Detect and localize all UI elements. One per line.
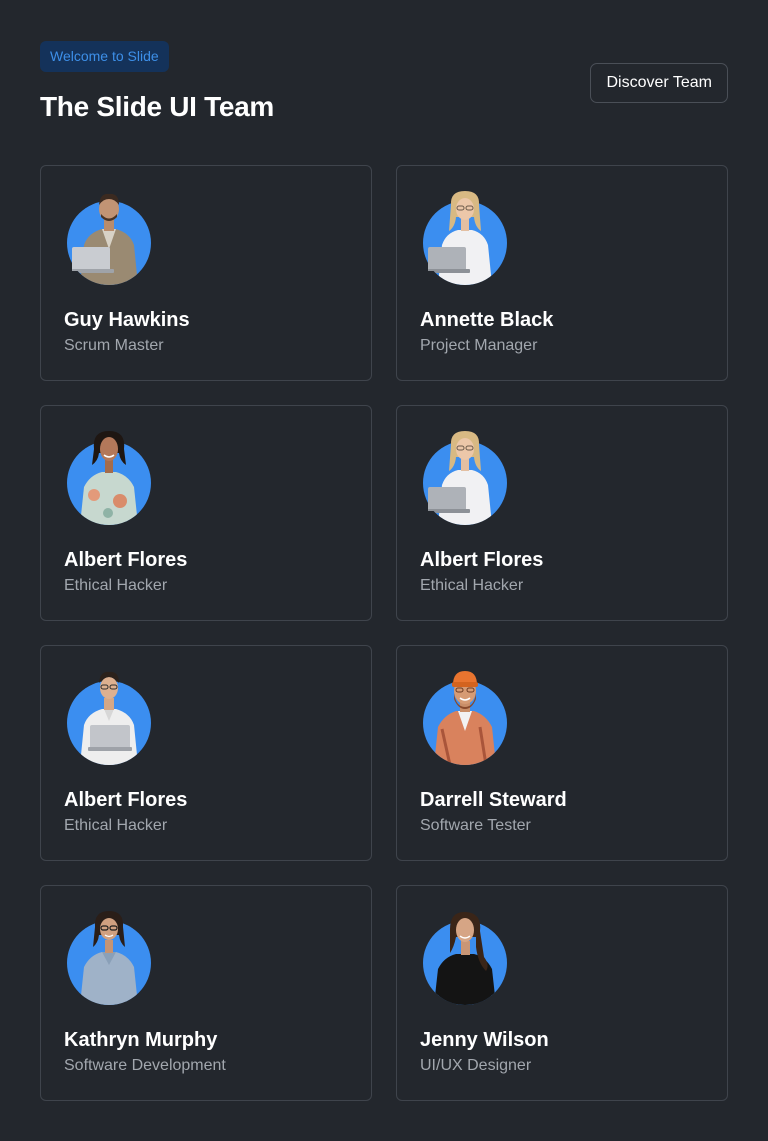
- member-role: Software Development: [64, 1057, 226, 1074]
- smiling-woman-floral-shirt-avatar: [64, 427, 154, 525]
- member-role: UI/UX Designer: [420, 1057, 532, 1074]
- team-member-card[interactable]: Albert Flores Ethical Hacker: [40, 405, 372, 621]
- welcome-badge: Welcome to Slide: [40, 41, 169, 72]
- discover-team-button[interactable]: Discover Team: [590, 63, 728, 103]
- team-member-card[interactable]: Albert Flores Ethical Hacker: [40, 645, 372, 861]
- member-name: Albert Flores: [420, 549, 544, 571]
- team-grid: Guy Hawkins Scrum Master Annette Black P…: [40, 165, 728, 1101]
- bearded-man-orange-beanie-avatar: [420, 667, 510, 765]
- member-name: Kathryn Murphy: [64, 1029, 218, 1051]
- blonde-woman-with-laptop-avatar: [420, 187, 510, 285]
- team-member-card[interactable]: Jenny Wilson UI/UX Designer: [396, 885, 728, 1101]
- team-member-card[interactable]: Darrell Steward Software Tester: [396, 645, 728, 861]
- member-name: Annette Black: [420, 309, 554, 331]
- member-name: Albert Flores: [64, 549, 188, 571]
- member-role: Software Tester: [420, 817, 531, 834]
- blonde-woman-with-laptop-avatar: [420, 427, 510, 525]
- member-name: Albert Flores: [64, 789, 188, 811]
- woman-black-shirt-avatar: [420, 907, 510, 1005]
- man-with-laptop-avatar: [64, 187, 154, 285]
- man-white-shirt-laptop-avatar: [64, 667, 154, 765]
- page-header: Welcome to Slide The Slide UI Team Disco…: [40, 41, 728, 122]
- team-member-card[interactable]: Kathryn Murphy Software Development: [40, 885, 372, 1101]
- team-member-card[interactable]: Albert Flores Ethical Hacker: [396, 405, 728, 621]
- member-name: Guy Hawkins: [64, 309, 190, 331]
- member-role: Ethical Hacker: [64, 817, 168, 834]
- team-member-card[interactable]: Guy Hawkins Scrum Master: [40, 165, 372, 381]
- page-title: The Slide UI Team: [40, 91, 274, 122]
- member-role: Project Manager: [420, 337, 538, 354]
- woman-glasses-denim-shirt-avatar: [64, 907, 154, 1005]
- member-role: Ethical Hacker: [64, 577, 168, 594]
- member-role: Scrum Master: [64, 337, 164, 354]
- team-member-card[interactable]: Annette Black Project Manager: [396, 165, 728, 381]
- member-name: Jenny Wilson: [420, 1029, 549, 1051]
- member-role: Ethical Hacker: [420, 577, 524, 594]
- member-name: Darrell Steward: [420, 789, 567, 811]
